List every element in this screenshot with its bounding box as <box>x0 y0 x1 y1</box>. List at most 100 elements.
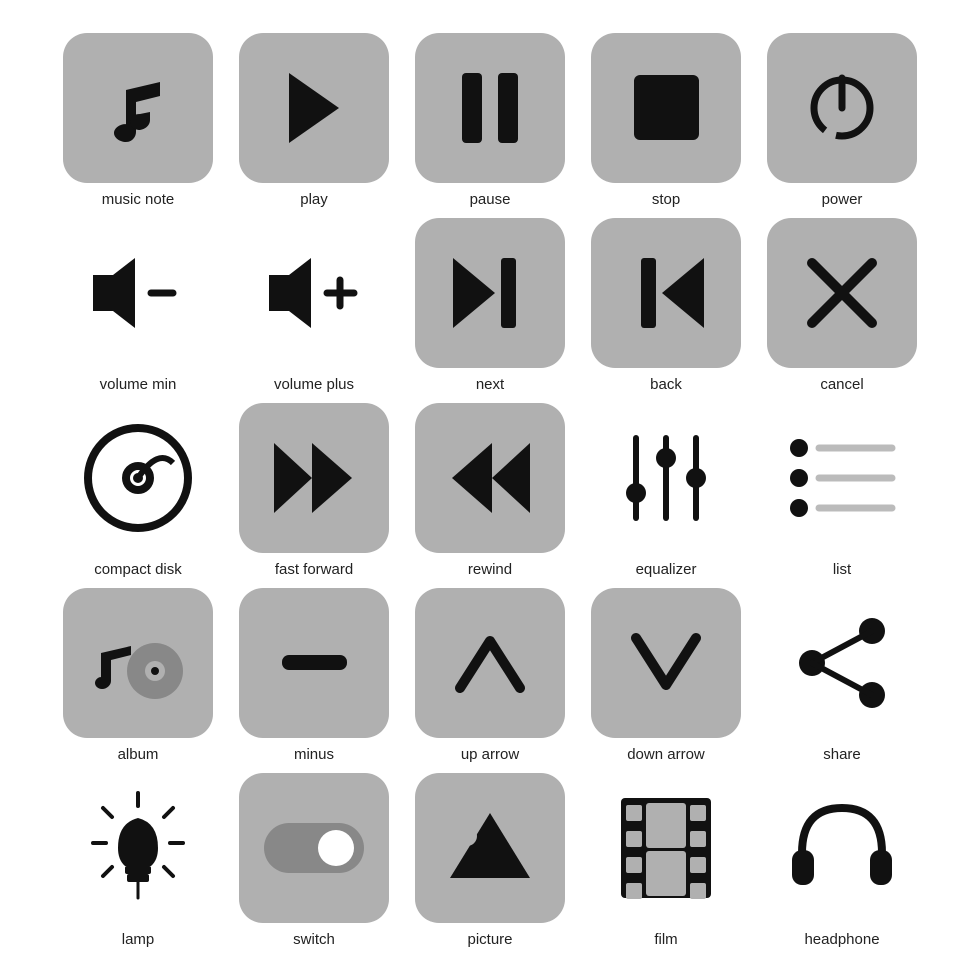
back-cell: back <box>578 218 754 393</box>
music-note-cell: music note <box>50 33 226 208</box>
down-arrow-cell: down arrow <box>578 588 754 763</box>
up-arrow-cell: up arrow <box>402 588 578 763</box>
play-label: play <box>300 191 328 208</box>
volume-plus-cell: volume plus <box>226 218 402 393</box>
headphone-icon <box>787 798 897 898</box>
cancel-box <box>767 218 917 368</box>
next-icon <box>453 258 528 328</box>
lamp-icon <box>83 788 193 908</box>
share-label: share <box>823 746 861 763</box>
fast-forward-icon <box>274 443 354 513</box>
list-icon <box>787 433 897 523</box>
volume-plus-label: volume plus <box>274 376 354 393</box>
down-arrow-box <box>591 588 741 738</box>
film-icon <box>616 793 716 903</box>
stop-cell: stop <box>578 33 754 208</box>
power-cell: power <box>754 33 930 208</box>
equalizer-icon <box>621 428 711 528</box>
rewind-cell: rewind <box>402 403 578 578</box>
down-arrow-label: down arrow <box>627 746 705 763</box>
back-icon <box>629 258 704 328</box>
album-icon <box>93 623 183 703</box>
headphone-cell: headphone <box>754 773 930 948</box>
list-box <box>767 403 917 553</box>
headphone-label: headphone <box>804 931 879 948</box>
fast-forward-label: fast forward <box>275 561 353 578</box>
switch-label: switch <box>293 931 335 948</box>
back-label: back <box>650 376 682 393</box>
minus-label: minus <box>294 746 334 763</box>
lamp-cell: lamp <box>50 773 226 948</box>
minus-box <box>239 588 389 738</box>
cancel-cell: cancel <box>754 218 930 393</box>
volume-plus-box <box>239 218 389 368</box>
play-box <box>239 33 389 183</box>
equalizer-box <box>591 403 741 553</box>
power-label: power <box>822 191 863 208</box>
lamp-label: lamp <box>122 931 155 948</box>
stop-icon <box>634 75 699 140</box>
power-icon <box>807 73 877 143</box>
fast-forward-box <box>239 403 389 553</box>
icon-grid: music note play pause stop <box>30 13 950 968</box>
fast-forward-cell: fast forward <box>226 403 402 578</box>
switch-box <box>239 773 389 923</box>
rewind-box <box>415 403 565 553</box>
list-cell: list <box>754 403 930 578</box>
play-cell: play <box>226 33 402 208</box>
up-arrow-label: up arrow <box>461 746 519 763</box>
equalizer-cell: equalizer <box>578 403 754 578</box>
compact-disk-label: compact disk <box>94 561 182 578</box>
pause-label: pause <box>470 191 511 208</box>
share-icon <box>792 613 892 713</box>
down-arrow-icon <box>631 633 701 693</box>
share-cell: share <box>754 588 930 763</box>
stop-box <box>591 33 741 183</box>
rewind-icon <box>450 443 530 513</box>
lamp-box <box>63 773 213 923</box>
compact-disk-cell: compact disk <box>50 403 226 578</box>
volume-min-icon <box>83 253 193 333</box>
cancel-label: cancel <box>820 376 863 393</box>
stop-label: stop <box>652 191 680 208</box>
pause-cell: pause <box>402 33 578 208</box>
compact-disk-icon <box>83 423 193 533</box>
minus-cell: minus <box>226 588 402 763</box>
cancel-icon <box>807 258 877 328</box>
album-box <box>63 588 213 738</box>
picture-box <box>415 773 565 923</box>
pause-icon <box>460 73 520 143</box>
rewind-label: rewind <box>468 561 512 578</box>
minus-icon <box>282 655 347 670</box>
album-label: album <box>118 746 159 763</box>
list-label: list <box>833 561 851 578</box>
album-cell: album <box>50 588 226 763</box>
pause-box <box>415 33 565 183</box>
up-arrow-box <box>415 588 565 738</box>
up-arrow-icon <box>455 633 525 693</box>
share-box <box>767 588 917 738</box>
back-box <box>591 218 741 368</box>
volume-min-box <box>63 218 213 368</box>
switch-cell: switch <box>226 773 402 948</box>
picture-cell: picture <box>402 773 578 948</box>
next-cell: next <box>402 218 578 393</box>
volume-min-label: volume min <box>100 376 177 393</box>
power-box <box>767 33 917 183</box>
play-icon <box>284 73 344 143</box>
switch-icon <box>264 823 364 873</box>
music-note-label: music note <box>102 191 175 208</box>
music-note-box <box>63 33 213 183</box>
volume-min-cell: volume min <box>50 218 226 393</box>
volume-plus-icon <box>259 253 369 333</box>
compact-disk-box <box>63 403 213 553</box>
music-note-icon <box>98 68 178 148</box>
equalizer-label: equalizer <box>636 561 697 578</box>
picture-icon <box>445 808 535 888</box>
film-box <box>591 773 741 923</box>
next-label: next <box>476 376 504 393</box>
next-box <box>415 218 565 368</box>
film-cell: film <box>578 773 754 948</box>
film-label: film <box>654 931 677 948</box>
headphone-box <box>767 773 917 923</box>
